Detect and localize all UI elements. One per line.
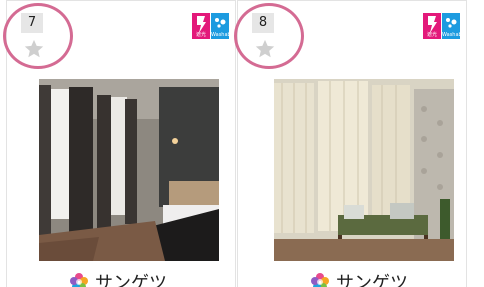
feature-badges: 遮光 Washable: [192, 13, 229, 39]
favorite-star-icon[interactable]: [254, 38, 276, 60]
favorite-star-icon[interactable]: [23, 38, 45, 60]
washable-badge-icon: Washable: [442, 13, 460, 39]
brand-label[interactable]: サンゲツ: [69, 269, 167, 287]
sangetsu-logo-icon: [311, 273, 329, 287]
product-card[interactable]: 8 遮光 Washable: [234, 0, 467, 287]
product-card[interactable]: 7 遮光 Washable: [3, 0, 236, 287]
product-photo[interactable]: [39, 79, 219, 261]
washable-badge-icon: Washable: [211, 13, 229, 39]
rank-number: 7: [21, 13, 43, 33]
brand-label[interactable]: サンゲツ: [310, 269, 408, 287]
sangetsu-logo-icon: [70, 273, 88, 287]
brand-name: サンゲツ: [95, 273, 167, 287]
rank-number: 8: [252, 13, 274, 33]
brand-name: サンゲツ: [336, 273, 408, 287]
blackout-badge-icon: 遮光: [192, 13, 210, 39]
product-photo[interactable]: [274, 79, 454, 261]
blackout-badge-icon: 遮光: [423, 13, 441, 39]
feature-badges: 遮光 Washable: [423, 13, 460, 39]
